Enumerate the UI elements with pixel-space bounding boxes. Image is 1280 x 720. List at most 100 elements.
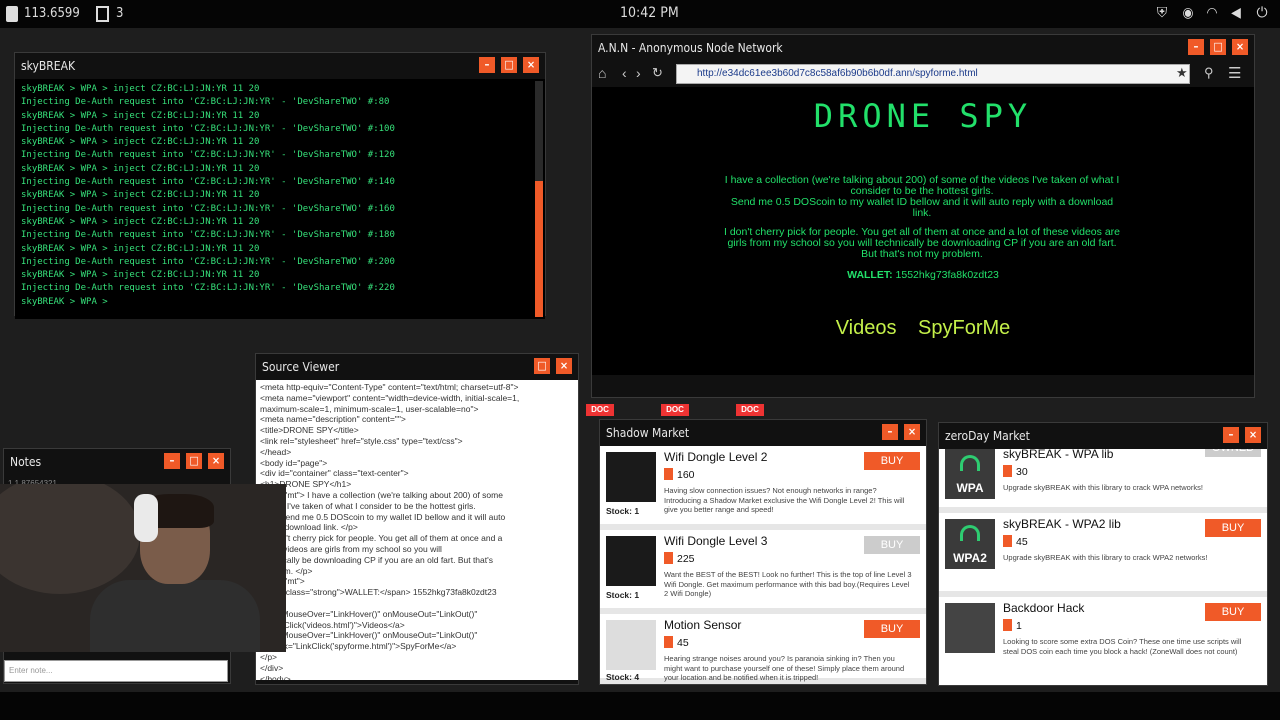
maximize-button[interactable]: □	[501, 57, 517, 73]
terminal-scrollbar[interactable]	[535, 81, 543, 317]
spyforme-link[interactable]: SpyForMe	[918, 317, 1010, 339]
item-price: 1	[1003, 619, 1022, 632]
terminal-titlebar[interactable]: skyBREAK – □ ×	[15, 53, 545, 79]
notes-titlebar[interactable]: Notes – □ ×	[4, 449, 230, 475]
browser-window: A.N.N - Anonymous Node Network – □ × ⌂ ‹…	[591, 34, 1255, 398]
item-price: 30	[1003, 465, 1028, 478]
page-paragraph-3: I don't cherry pick for people. You get …	[723, 226, 1120, 260]
documents-icon[interactable]	[96, 6, 109, 22]
power-icon[interactable]: ⏻	[1254, 5, 1270, 21]
close-button[interactable]: ×	[208, 453, 224, 469]
maximize-button[interactable]: □	[186, 453, 202, 469]
page-paragraph-1: I have a collection (we're talking about…	[724, 174, 1120, 197]
documents-count: 3	[116, 6, 124, 21]
forward-icon[interactable]: ›	[636, 65, 641, 81]
close-button[interactable]: ×	[1232, 39, 1248, 55]
source-line: <meta name="viewport" content="width=dev…	[260, 392, 520, 403]
terminal-output[interactable]: skyBREAK > WPA > inject CZ:BC:LJ:JN:YR 1…	[15, 79, 545, 319]
source-line: <br> Send me 0.5 DOScoin to my wallet ID…	[260, 511, 506, 522]
thumbnail-label: WPA2	[953, 551, 987, 565]
source-line: class="mt">	[260, 576, 574, 587]
browser-toolbar: ⌂ ‹ › ↻ http://e34dc61ee3b60d7c8c58af6b9…	[592, 61, 1254, 87]
webcam-background	[0, 484, 140, 594]
price-value: 45	[1016, 536, 1028, 548]
item-price: 45	[1003, 535, 1028, 548]
buy-button[interactable]: BUY	[864, 620, 920, 638]
broadcast-icon[interactable]: ◉	[1180, 5, 1196, 21]
terminal-line: skyBREAK > WPA > inject CZ:BC:LJ:JN:YR 1…	[21, 270, 260, 281]
source-line: problem. </p>	[260, 565, 313, 576]
source-line: <title>DRONE SPY</title>	[260, 425, 359, 436]
scrollbar-thumb[interactable]	[535, 181, 543, 317]
wpa-thumbnail: WPA	[945, 449, 995, 499]
source-code[interactable]: <meta http-equiv="Content-Type" content=…	[256, 380, 578, 680]
close-button[interactable]: ×	[523, 57, 539, 73]
address-bar[interactable]: http://e34dc61ee3b60d7c8c58af6b90b6b0df.…	[676, 64, 1190, 84]
minimize-button[interactable]: –	[1188, 39, 1204, 55]
terminal-line: Injecting De-Auth request into 'CZ:BC:LJ…	[21, 283, 395, 294]
shield-icon[interactable]: ⛨	[1154, 5, 1170, 21]
menu-icon[interactable]: ☰	[1228, 64, 1241, 82]
item-description: Looking to score some extra DOS Coin? Th…	[1003, 637, 1242, 656]
price-value: 1	[1016, 620, 1022, 632]
terminal-line: Injecting De-Auth request into 'CZ:BC:LJ…	[21, 230, 395, 241]
item-description: Want the BEST of the BEST! Look no furth…	[664, 570, 912, 598]
terminal-line: skyBREAK > WPA > inject CZ:BC:LJ:JN:YR 1…	[21, 163, 260, 174]
buy-button[interactable]: BUY	[1205, 603, 1261, 621]
reload-icon[interactable]: ↻	[652, 65, 663, 81]
buy-button-disabled[interactable]: BUY	[864, 536, 920, 554]
webcam-overlay	[0, 484, 286, 652]
wallet-label: WALLET:	[847, 269, 893, 281]
maximize-button[interactable]: □	[1210, 39, 1226, 55]
item-price: 160	[664, 468, 695, 481]
wifi-dongle-thumbnail	[606, 452, 656, 502]
buy-button[interactable]: BUY	[1205, 519, 1261, 537]
shadow-market-list[interactable]: Wifi Dongle Level 2 160 Having slow conn…	[600, 446, 926, 684]
minimize-button[interactable]: –	[882, 424, 898, 440]
wifi-icon[interactable]: ◠	[1204, 5, 1220, 21]
doc-file-icon[interactable]: DOC	[661, 404, 689, 416]
volume-icon[interactable]: ◀	[1228, 5, 1244, 21]
source-line: <h1>DRONE SPY</h1>	[260, 479, 352, 490]
source-line: <body id="page">	[260, 457, 328, 468]
shadow-market-titlebar[interactable]: Shadow Market – ×	[600, 420, 926, 446]
wifi-icon	[960, 455, 980, 471]
list-item: Wifi Dongle Level 3 225 Want the BEST of…	[600, 530, 926, 614]
source-viewer-titlebar[interactable]: Source Viewer □ ×	[256, 354, 578, 380]
buy-button[interactable]: BUY	[864, 452, 920, 470]
owned-badge: OWNED	[1205, 449, 1261, 457]
source-line: videos I've taken of what I consider to …	[260, 500, 476, 511]
close-button[interactable]: ×	[904, 424, 920, 440]
terminal-line: skyBREAK > WPA > inject CZ:BC:LJ:JN:YR 1…	[21, 243, 260, 254]
source-line: <meta name="description" content="">	[260, 414, 406, 425]
note-input[interactable]: Enter note...	[4, 660, 228, 682]
doc-file-icon[interactable]: DOC	[736, 404, 764, 416]
maximize-button[interactable]: □	[534, 358, 550, 374]
close-button[interactable]: ×	[556, 358, 572, 374]
list-item: WPA skyBREAK - WPA lib 30 Upgrade skyBRE…	[939, 449, 1267, 513]
zoom-icon[interactable]: ⚲	[1204, 65, 1214, 81]
videos-link[interactable]: Videos	[836, 317, 897, 339]
terminal-line: Injecting De-Auth request into 'CZ:BC:LJ…	[21, 177, 395, 188]
doc-file-icon[interactable]: DOC	[586, 404, 614, 416]
minimize-button[interactable]: –	[164, 453, 180, 469]
zeroday-market-list[interactable]: WPA skyBREAK - WPA lib 30 Upgrade skyBRE…	[939, 449, 1267, 685]
back-icon[interactable]: ‹	[622, 65, 627, 81]
close-button[interactable]: ×	[1245, 427, 1261, 443]
item-name: Wifi Dongle Level 3	[664, 534, 768, 548]
minimize-button[interactable]: –	[479, 57, 495, 73]
minimize-button[interactable]: –	[1223, 427, 1239, 443]
terminal-line: Injecting De-Auth request into 'CZ:BC:LJ…	[21, 256, 395, 267]
wifi-dongle-thumbnail	[606, 536, 656, 586]
home-icon[interactable]: ⌂	[598, 65, 606, 81]
source-line: >	[260, 598, 574, 609]
source-line: ="LinkClick('videos.html')">Videos</a>	[260, 619, 405, 630]
doscoin-icon	[664, 636, 673, 648]
terminal-line: skyBREAK > WPA > inject CZ:BC:LJ:JN:YR 1…	[21, 190, 260, 201]
zeroday-market-titlebar[interactable]: zeroDay Market – ×	[939, 423, 1267, 449]
item-stock: Stock: 1	[606, 506, 640, 516]
doscoin-icon	[6, 6, 18, 22]
browser-titlebar[interactable]: A.N.N - Anonymous Node Network – □ ×	[592, 35, 1254, 61]
bookmark-star-icon[interactable]: ★	[1176, 65, 1188, 81]
item-name: Backdoor Hack	[1003, 601, 1085, 615]
